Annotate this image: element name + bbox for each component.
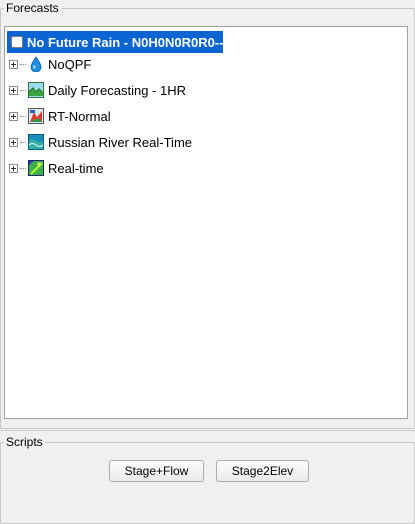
tree-connector	[20, 115, 26, 117]
forecasts-title: Forecasts	[4, 1, 61, 15]
split-divider[interactable]	[0, 430, 415, 431]
realtime-map-icon	[28, 160, 44, 176]
scripts-title: Scripts	[4, 435, 45, 449]
landscape-chart-icon	[28, 82, 44, 98]
tree-item-rt-normal[interactable]: RT-Normal	[9, 106, 111, 126]
expand-toggle-icon[interactable]	[9, 85, 18, 95]
map-flag-icon	[28, 108, 44, 124]
expand-toggle-icon[interactable]	[9, 137, 18, 147]
tree-item-real-time[interactable]: Real-time	[9, 158, 104, 178]
tree-connector	[20, 63, 26, 65]
forecast-tree[interactable]: No Future Rain - N0H0N0R0R0-- NoQPF Dail…	[4, 26, 408, 419]
tree-item-noqpf[interactable]: NoQPF	[9, 54, 91, 74]
tree-item-label: Real-time	[48, 160, 104, 176]
tree-root-node[interactable]: No Future Rain - N0H0N0R0R0--	[7, 31, 223, 53]
tree-item-label: Daily Forecasting - 1HR	[48, 82, 186, 98]
root-label: No Future Rain - N0H0N0R0R0--	[27, 34, 223, 50]
root-checkbox[interactable]	[11, 36, 23, 48]
water-drop-icon	[28, 56, 44, 72]
expand-toggle-icon[interactable]	[9, 163, 18, 173]
stage-flow-button[interactable]: Stage+Flow	[109, 460, 204, 482]
tree-item-label: NoQPF	[48, 56, 92, 72]
scripts-group: Scripts Stage+Flow Stage2Elev	[0, 435, 415, 524]
tree-item-russian-river[interactable]: Russian River Real-Time	[9, 132, 192, 152]
tree-connector	[20, 89, 26, 91]
tree-item-label: Russian River Real-Time	[48, 134, 192, 150]
tree-item-daily-forecasting[interactable]: Daily Forecasting - 1HR	[9, 80, 186, 100]
tree-connector	[20, 141, 26, 143]
tree-item-label: RT-Normal	[48, 108, 111, 124]
expand-toggle-icon[interactable]	[9, 59, 18, 69]
forecasts-group: Forecasts No Future Rain - N0H0N0R0R0-- …	[0, 1, 415, 429]
tree-connector	[20, 167, 26, 169]
stage2elev-button[interactable]: Stage2Elev	[216, 460, 309, 482]
expand-toggle-icon[interactable]	[9, 111, 18, 121]
river-wave-icon	[28, 134, 44, 150]
